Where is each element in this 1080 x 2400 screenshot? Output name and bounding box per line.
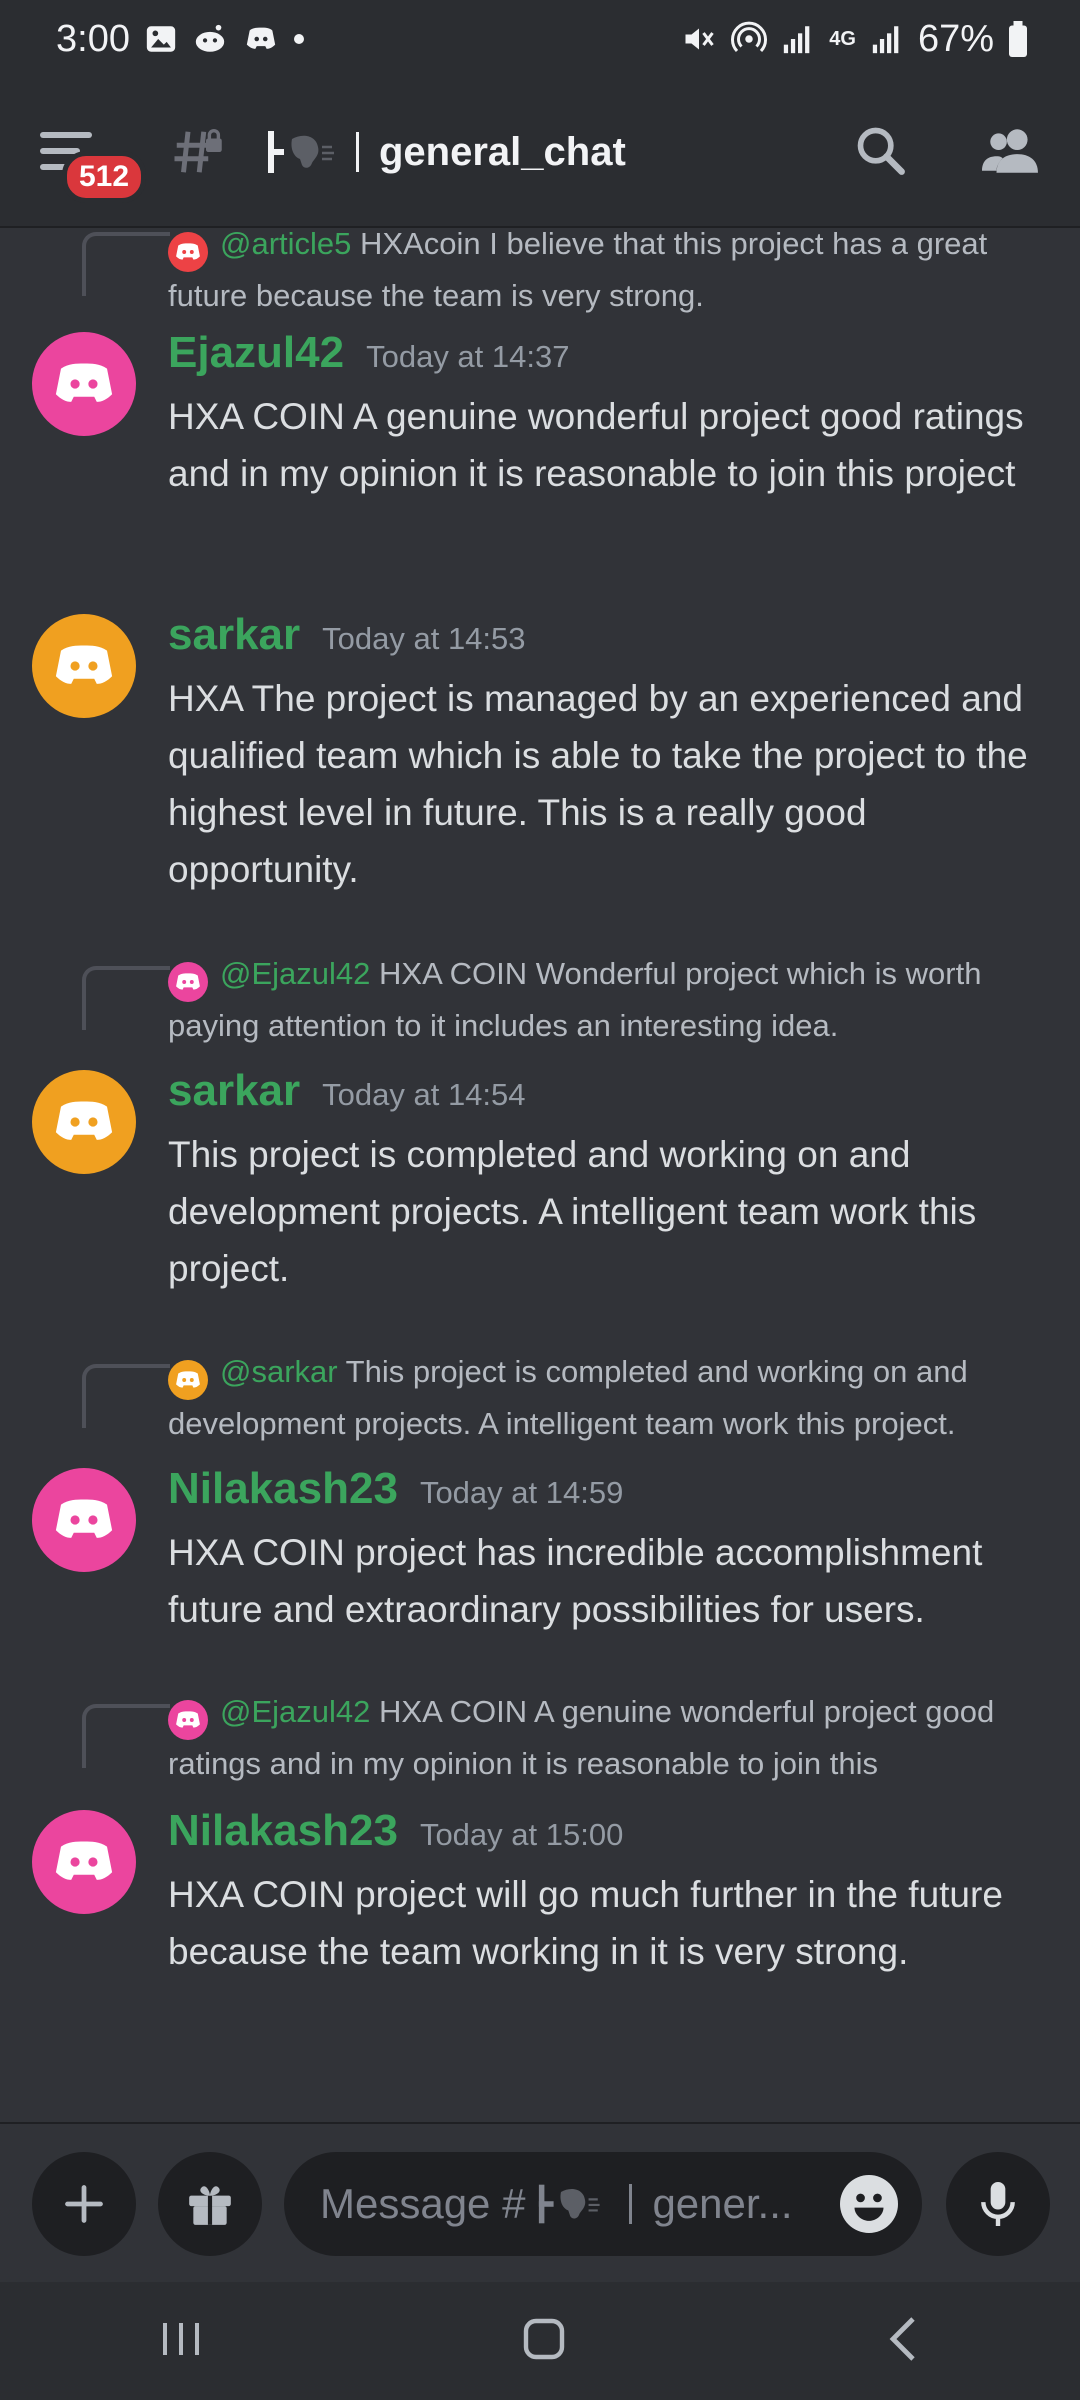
more-notifications-dot xyxy=(293,34,304,44)
reply-mention[interactable]: @sarkar xyxy=(220,1354,338,1389)
timestamp: Today at 14:54 xyxy=(322,1077,526,1112)
4g-icon: 4G xyxy=(829,27,856,50)
gallery-icon xyxy=(144,22,178,56)
reply-mention[interactable]: @article5 xyxy=(220,228,351,261)
status-bar: 3:00 4G 67% xyxy=(0,0,1080,78)
reddit-icon xyxy=(192,22,228,56)
message-content: HXA COIN A genuine wonderful project goo… xyxy=(168,396,1024,494)
message-input[interactable]: Message # gener... xyxy=(284,2152,922,2256)
placeholder-suffix: gener... xyxy=(652,2180,793,2227)
reply-avatar xyxy=(168,1360,208,1400)
avatar[interactable] xyxy=(32,1810,136,1914)
reply-mention[interactable]: @Ejazul42 xyxy=(220,1694,370,1729)
timestamp: Today at 15:00 xyxy=(419,1817,624,1852)
message-composer: Message # gener... xyxy=(0,2122,1080,2284)
username[interactable]: sarkar xyxy=(168,1066,300,1116)
reply-avatar xyxy=(168,962,208,1002)
avatar[interactable] xyxy=(32,332,136,436)
emoji-button[interactable] xyxy=(840,2175,898,2233)
username[interactable]: Nilakash23 xyxy=(168,1464,398,1514)
battery-percent: 67% xyxy=(917,17,994,60)
home-button[interactable] xyxy=(522,2317,566,2366)
system-nav-bar xyxy=(0,2282,1080,2400)
channel-emoji-icon xyxy=(539,2184,601,2224)
members-icon xyxy=(982,128,1038,173)
mute-icon xyxy=(681,21,717,57)
mic-icon xyxy=(981,2182,1015,2226)
channel-name: general_chat xyxy=(379,129,626,174)
guild-menu-button[interactable]: 512 xyxy=(40,107,147,203)
reply-connector xyxy=(82,1364,170,1428)
discord-logo-icon xyxy=(55,1841,113,1880)
voice-message-button[interactable] xyxy=(946,2152,1050,2256)
search-button[interactable] xyxy=(854,124,906,181)
timestamp: Today at 14:59 xyxy=(419,1475,624,1510)
discord-logo-icon xyxy=(55,1101,113,1140)
hotspot-icon xyxy=(731,21,768,57)
reply-connector xyxy=(82,1704,170,1768)
emoji-icon xyxy=(842,2177,896,2231)
message-content: HXA COIN project will go much further in… xyxy=(168,1874,1003,1972)
discord-logo-icon xyxy=(55,363,113,402)
unread-badge: 512 xyxy=(62,151,147,203)
add-attachment-button[interactable] xyxy=(32,2152,136,2256)
discord-notif-icon xyxy=(242,22,280,56)
home-icon xyxy=(523,2318,565,2359)
plus-icon xyxy=(65,2185,103,2223)
placeholder-prefix: Message # xyxy=(320,2180,526,2227)
message-content: HXA COIN project has incredible accompli… xyxy=(168,1532,983,1630)
timestamp: Today at 14:37 xyxy=(366,339,570,374)
hashtag-lock-icon xyxy=(170,125,224,179)
reply-preview[interactable]: @article5 HXAcoin I believe that this pr… xyxy=(168,228,1050,320)
battery-icon xyxy=(1008,21,1028,57)
gift-icon xyxy=(189,2186,231,2225)
channel-emoji xyxy=(264,127,359,177)
reply-preview[interactable]: @Ejazul42 HXA COIN A genuine wonderful p… xyxy=(168,1688,1050,1788)
discord-logo-icon xyxy=(55,1499,113,1538)
message-content: This project is completed and working on… xyxy=(168,1134,977,1289)
reply-preview[interactable]: @Ejazul42 HXA COIN Wonderful project whi… xyxy=(168,950,1050,1050)
status-time: 3:00 xyxy=(56,17,130,60)
members-button[interactable] xyxy=(982,125,1040,180)
message-list[interactable]: @article5 HXAcoin I believe that this pr… xyxy=(0,228,1080,2120)
avatar[interactable] xyxy=(32,614,136,718)
avatar[interactable] xyxy=(32,1070,136,1174)
discord-logo-icon xyxy=(55,645,113,684)
reply-preview[interactable]: @sarkar This project is completed and wo… xyxy=(168,1348,1050,1448)
reply-avatar xyxy=(168,1700,208,1740)
avatar[interactable] xyxy=(32,1468,136,1572)
signal-2-icon xyxy=(870,22,904,56)
back-button[interactable] xyxy=(885,2315,921,2368)
timestamp: Today at 14:53 xyxy=(322,621,526,656)
channel-header: 512 general_chat xyxy=(0,78,1080,228)
reply-mention[interactable]: @Ejazul42 xyxy=(220,956,370,991)
username[interactable]: Nilakash23 xyxy=(168,1806,398,1856)
message-placeholder: Message # gener... xyxy=(320,2180,840,2228)
reply-avatar xyxy=(168,232,208,272)
reply-connector xyxy=(82,966,170,1030)
username[interactable]: Ejazul42 xyxy=(168,328,344,378)
recents-button[interactable] xyxy=(159,2319,203,2364)
gift-button[interactable] xyxy=(158,2152,262,2256)
recents-icon xyxy=(163,2322,200,2355)
message-content: HXA The project is managed by an experie… xyxy=(168,678,1028,890)
signal-icon xyxy=(781,22,815,56)
reply-connector xyxy=(82,232,170,296)
back-icon xyxy=(889,2316,915,2361)
search-icon xyxy=(857,127,905,175)
username[interactable]: sarkar xyxy=(168,610,300,660)
